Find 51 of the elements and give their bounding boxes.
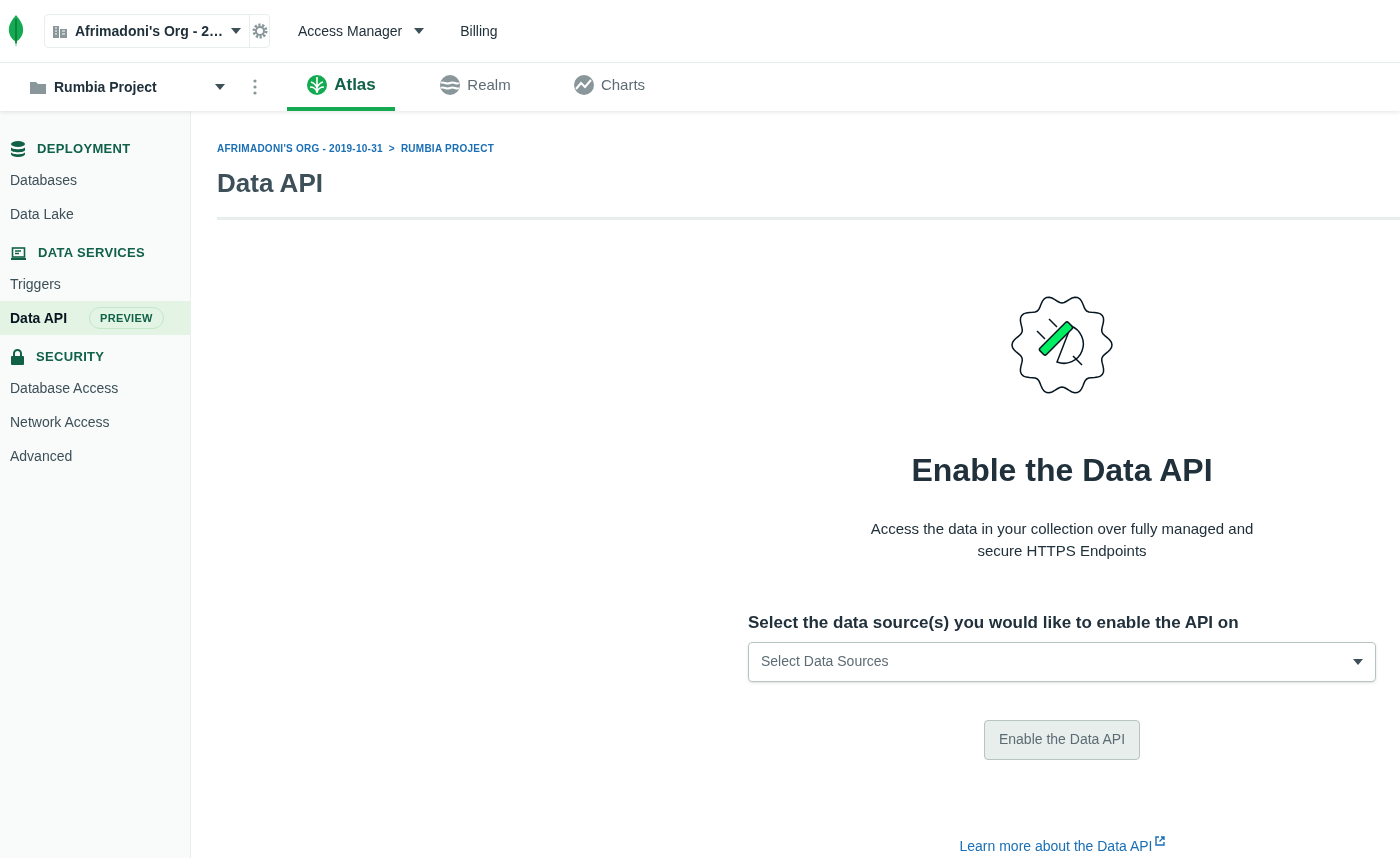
item-label: Triggers — [10, 274, 61, 294]
section-heading: DATA SERVICES — [38, 244, 146, 263]
caret-icon — [1353, 658, 1363, 665]
caret-icon — [215, 84, 225, 90]
sidebar-item[interactable]: Advanced — [0, 439, 190, 473]
item-label: Data API — [10, 308, 68, 328]
laptop-icon — [11, 246, 26, 260]
learn-more-link[interactable]: Learn more about the Data API — [959, 835, 1165, 857]
sidebar-item[interactable]: Triggers — [0, 267, 190, 301]
page-title: Data API — [217, 167, 324, 200]
empty-state-description: Access the data in your collection over fully managed and secure HTTPS Endpoints — [869, 519, 1255, 561]
database-icon — [11, 141, 25, 157]
nav-link[interactable]: Access Manager — [290, 20, 433, 42]
external-link-icon — [1154, 835, 1165, 846]
nav-link[interactable]: Billing — [452, 20, 506, 42]
leaf-logo-icon — [8, 15, 24, 47]
empty-state-heading: Enable the Data API — [911, 451, 1213, 490]
project-name: Rumbia Project — [54, 77, 157, 97]
sidebar-item[interactable]: Database Access — [0, 371, 190, 405]
org-selector[interactable]: Afrimadoni's Org - 2… — [44, 14, 270, 48]
data-source-select[interactable]: Select Data Sources — [748, 641, 1376, 682]
building-icon — [53, 24, 67, 38]
wave-icon — [439, 74, 462, 96]
select-label: Select the data source(s) you would like to enable the API on — [748, 612, 1240, 634]
item-label: Advanced — [10, 446, 73, 466]
more-icon[interactable] — [253, 79, 257, 95]
item-label: Database Access — [10, 378, 119, 398]
settings-button[interactable] — [249, 15, 269, 47]
lock-icon — [11, 349, 24, 365]
product-tab[interactable]: Charts — [555, 63, 663, 111]
folder-icon — [30, 80, 46, 94]
sidebar-item[interactable]: Network Access — [0, 405, 190, 439]
item-label: Databases — [10, 170, 77, 190]
section-heading: DEPLOYMENT — [37, 140, 131, 159]
item-label: Data Lake — [10, 204, 74, 224]
item-label: Network Access — [10, 412, 110, 432]
breadcrumb[interactable]: AFRIMADONI'S ORG - 2019-10-31 — [217, 141, 383, 156]
sidebar-item[interactable]: Databases — [0, 163, 190, 197]
caret-icon — [231, 28, 241, 34]
breadcrumb[interactable]: RUMBIA PROJECT — [400, 141, 494, 156]
section-heading: SECURITY — [36, 348, 105, 367]
sidebar-item[interactable]: Data Lake — [0, 197, 190, 231]
product-tab[interactable]: Atlas — [287, 63, 395, 111]
chart-icon — [572, 74, 595, 96]
leaf-icon — [306, 74, 329, 96]
org-name: Afrimadoni's Org - 2… — [75, 21, 223, 41]
breadcrumb: > — [388, 142, 395, 156]
product-tab[interactable]: Realm — [421, 63, 529, 111]
caret-icon — [414, 28, 425, 34]
sidebar-item[interactable]: Data API PREVIEW — [0, 301, 190, 335]
settings-icon — [251, 23, 268, 39]
